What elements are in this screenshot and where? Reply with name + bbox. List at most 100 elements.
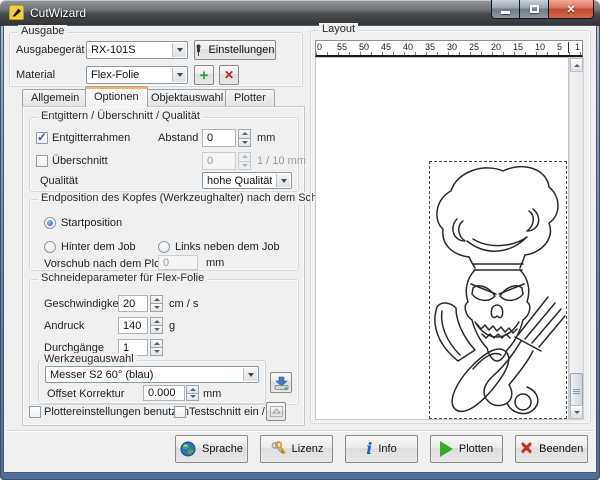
save-icon (274, 376, 289, 390)
add-material-button[interactable]: + (194, 65, 214, 85)
layout-drawing-chef-skull[interactable] (429, 161, 567, 419)
window-title: CutWizard (30, 6, 86, 20)
layout-canvas[interactable] (315, 57, 569, 420)
minimize-button[interactable] (491, 0, 520, 19)
chevron-down-icon[interactable] (243, 368, 257, 381)
offset-input[interactable]: 0.000 (143, 385, 185, 401)
ruler-ticks (316, 52, 582, 55)
ueberschnitt-input: 0 (202, 152, 236, 170)
ruler-label: 25 (469, 42, 479, 52)
tab-optionen[interactable]: Optionen (85, 86, 148, 107)
geschwindigkeit-value: 20 (123, 298, 135, 310)
plottereinstellungen-label: Plottereinstellungen benutzen (44, 406, 189, 418)
startposition-radio[interactable] (44, 217, 56, 229)
eject-up-icon (270, 406, 283, 417)
material-label: Material (16, 69, 55, 81)
geschwindigkeit-spinner[interactable] (150, 295, 163, 312)
endposition-group: Endposition des Kopfes (Werkzeughalter) … (29, 199, 299, 271)
ruler-label: 10 (535, 42, 545, 52)
plottereinstellungen-checkbox[interactable] (29, 406, 41, 418)
tab-allgemein[interactable]: Allgemein (22, 89, 88, 106)
scroll-down-button[interactable] (570, 405, 583, 419)
ruler-label: 5 (557, 42, 562, 52)
entgitterrahmen-checkbox[interactable]: ✓ (36, 132, 48, 144)
offset-unit: mm (203, 388, 221, 400)
ausgabe-group: Ausgabe Ausgabegerät RX-101S Einstellung… (9, 32, 303, 87)
ruler-label: 20 (491, 42, 501, 52)
cutwizard-window: CutWizard ✕ Ausgabe Ausgabegerät RX-101S… (0, 0, 600, 480)
sprache-button-label: Sprache (202, 443, 243, 455)
andruck-input[interactable]: 140 (118, 317, 148, 334)
geschwindigkeit-unit: cm / s (169, 298, 198, 310)
lizenz-button[interactable]: Lizenz (260, 435, 333, 463)
abstand-label: Abstand (158, 132, 198, 144)
ueberschnitt-checkbox[interactable] (36, 155, 48, 167)
maximize-button[interactable] (520, 0, 548, 19)
tabpage-optionen: Entgittern / Überschnitt / Qualität ✓ En… (22, 106, 305, 426)
plotten-button-label: Plotten (459, 443, 493, 455)
settings-button[interactable]: Einstellungen (194, 40, 276, 60)
vorschub-input[interactable]: 0 (158, 255, 198, 270)
vorschub-unit: mm (206, 257, 224, 269)
ueberschnitt-unit: 1 / 10 mm (257, 155, 306, 167)
layout-group: Layout 0 55 50 45 40 35 30 25 20 15 10 5… (310, 30, 591, 424)
footer-separator (6, 430, 594, 432)
chevron-down-icon[interactable] (172, 68, 186, 82)
device-combobox-value: RX-101S (91, 44, 136, 56)
andruck-spinner[interactable] (150, 317, 163, 334)
chevron-down-icon[interactable] (172, 43, 186, 57)
hinter-job-label: Hinter dem Job (61, 241, 136, 253)
plotter-pen-icon (195, 44, 202, 56)
settings-button-label: Einstellungen (208, 44, 274, 56)
offset-label: Offset Korrektur (47, 388, 124, 400)
plus-icon: + (200, 68, 209, 83)
beenden-button-label: Beenden (539, 443, 583, 455)
delete-material-button[interactable]: ✕ (219, 65, 239, 85)
ueberschnitt-spinner (238, 152, 251, 170)
entgitterrahmen-label: Entgitterrahmen (52, 132, 130, 144)
info-button[interactable]: i Info (345, 435, 418, 463)
testschnitt-trigger-button[interactable] (266, 402, 286, 421)
links-job-radio[interactable] (158, 241, 170, 253)
close-button[interactable]: ✕ (548, 0, 594, 19)
globe-icon (180, 441, 196, 457)
save-tool-button[interactable] (270, 372, 292, 393)
client-area: Ausgabe Ausgabegerät RX-101S Einstellung… (4, 26, 596, 472)
abstand-input[interactable]: 0 (202, 129, 236, 147)
plotten-button[interactable]: Plotten (430, 435, 503, 463)
radio-dot-icon (47, 220, 53, 226)
offset-spinner[interactable] (186, 385, 199, 401)
scroll-up-button[interactable] (570, 58, 583, 72)
scrollbar-thumb[interactable] (570, 373, 583, 409)
durchgaenge-spinner[interactable] (150, 339, 163, 356)
sprache-button[interactable]: Sprache (175, 435, 248, 463)
werkzeug-combobox-value: Messer S2 60° (blau) (50, 369, 153, 381)
werkzeug-combobox[interactable]: Messer S2 60° (blau) (45, 366, 259, 383)
material-combobox[interactable]: Flex-Folie (86, 66, 188, 84)
layout-group-title: Layout (319, 23, 358, 35)
qualitaet-combobox-value: hohe Qualität (207, 175, 272, 187)
beenden-button[interactable]: ✕ Beenden (515, 435, 588, 463)
abstand-spinner[interactable] (238, 129, 251, 147)
keys-icon (270, 441, 286, 457)
device-label: Ausgabegerät (16, 44, 85, 56)
tab-plotter[interactable]: Plotter (225, 89, 275, 106)
tab-objektauswahl[interactable]: Objektauswahl (142, 89, 232, 106)
vertical-scrollbar[interactable] (569, 57, 584, 420)
geschwindigkeit-input[interactable]: 20 (118, 295, 148, 312)
ruler-label: 50 (359, 42, 369, 52)
hinter-job-radio[interactable] (44, 241, 56, 253)
close-x-icon: ✕ (520, 441, 533, 457)
chevron-down-icon[interactable] (276, 174, 290, 187)
ruler-label: 40 (403, 42, 413, 52)
schneide-group-title: Schneideparameter für Flex-Folie (38, 272, 207, 284)
werkzeug-group-title: Werkzeugauswahl (41, 353, 137, 365)
device-combobox[interactable]: RX-101S (86, 41, 188, 59)
ruler-label: 1 (575, 42, 580, 52)
tab-label: Allgemein (31, 92, 79, 104)
testschnitt-checkbox[interactable] (174, 406, 186, 418)
ruler-label: 35 (425, 42, 435, 52)
qualitaet-combobox[interactable]: hohe Qualität (202, 172, 292, 189)
schneide-group: Schneideparameter für Flex-Folie Geschwi… (29, 279, 299, 405)
titlebar[interactable]: CutWizard ✕ (0, 0, 600, 26)
